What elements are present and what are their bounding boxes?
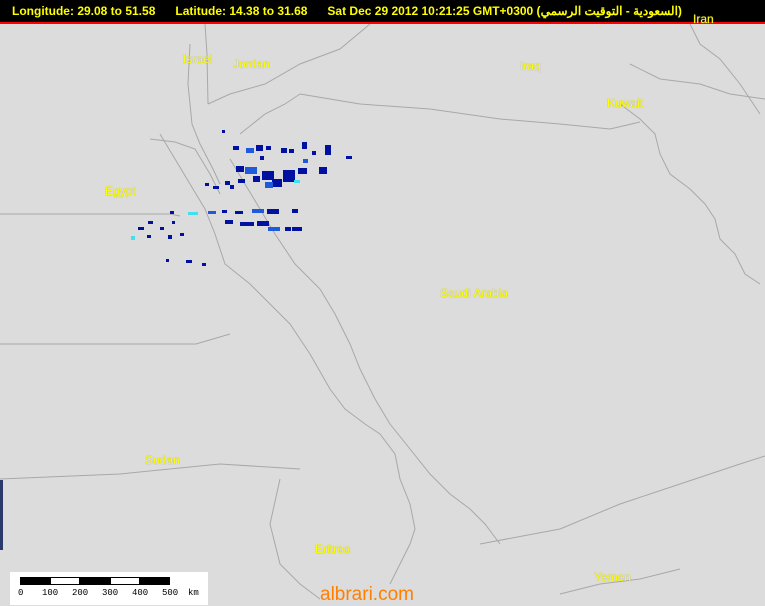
label-iraq: Iraq: [520, 59, 541, 73]
scale-segment: [140, 577, 170, 585]
scale-segment: [80, 577, 110, 585]
label-sudan: Sudan: [145, 453, 180, 467]
scale-tick: 400: [132, 588, 149, 598]
watermark: albrari.com: [320, 584, 414, 605]
scale-tick: km: [188, 588, 199, 598]
label-yemen: Yemen: [594, 570, 631, 584]
label-saudi-arabia: Saudi Arabia: [440, 286, 509, 300]
label-iran: Iran: [693, 12, 714, 26]
timestamp: Sat Dec 29 2012 10:21:25 GMT+0300 (السعو…: [327, 4, 682, 18]
radar-map: Israel Jordan Iraq Iran Kuwait Egypt Sau…: [0, 12, 765, 605]
rain-echoes: [131, 130, 352, 266]
map-borders: [0, 24, 765, 600]
scale-tick: 100: [42, 588, 59, 598]
label-egypt: Egypt: [105, 184, 136, 198]
scale-tick: 300: [102, 588, 119, 598]
latitude-range: Latitude: 14.38 to 31.68: [175, 4, 308, 18]
distance-scale-bar: 0 100 200 300 400 500 km: [10, 572, 208, 605]
label-kuwait: Kuwait: [607, 96, 644, 110]
scale-segment: [50, 577, 80, 585]
map-header: Longitude: 29.08 to 51.58 Latitude: 14.3…: [0, 0, 765, 24]
label-israel: Israel: [183, 52, 213, 66]
scale-tick: 500: [162, 588, 179, 598]
longitude-range: Longitude: 29.08 to 51.58: [12, 4, 156, 18]
label-eritrea: Eritrea: [315, 542, 351, 556]
scale-segment: [110, 577, 140, 585]
label-jordan: Jordan: [233, 57, 270, 71]
scale-tick: 0: [18, 588, 24, 598]
map-edge-marker: [0, 480, 3, 550]
scale-segment: [20, 577, 50, 585]
scale-tick: 200: [72, 588, 89, 598]
